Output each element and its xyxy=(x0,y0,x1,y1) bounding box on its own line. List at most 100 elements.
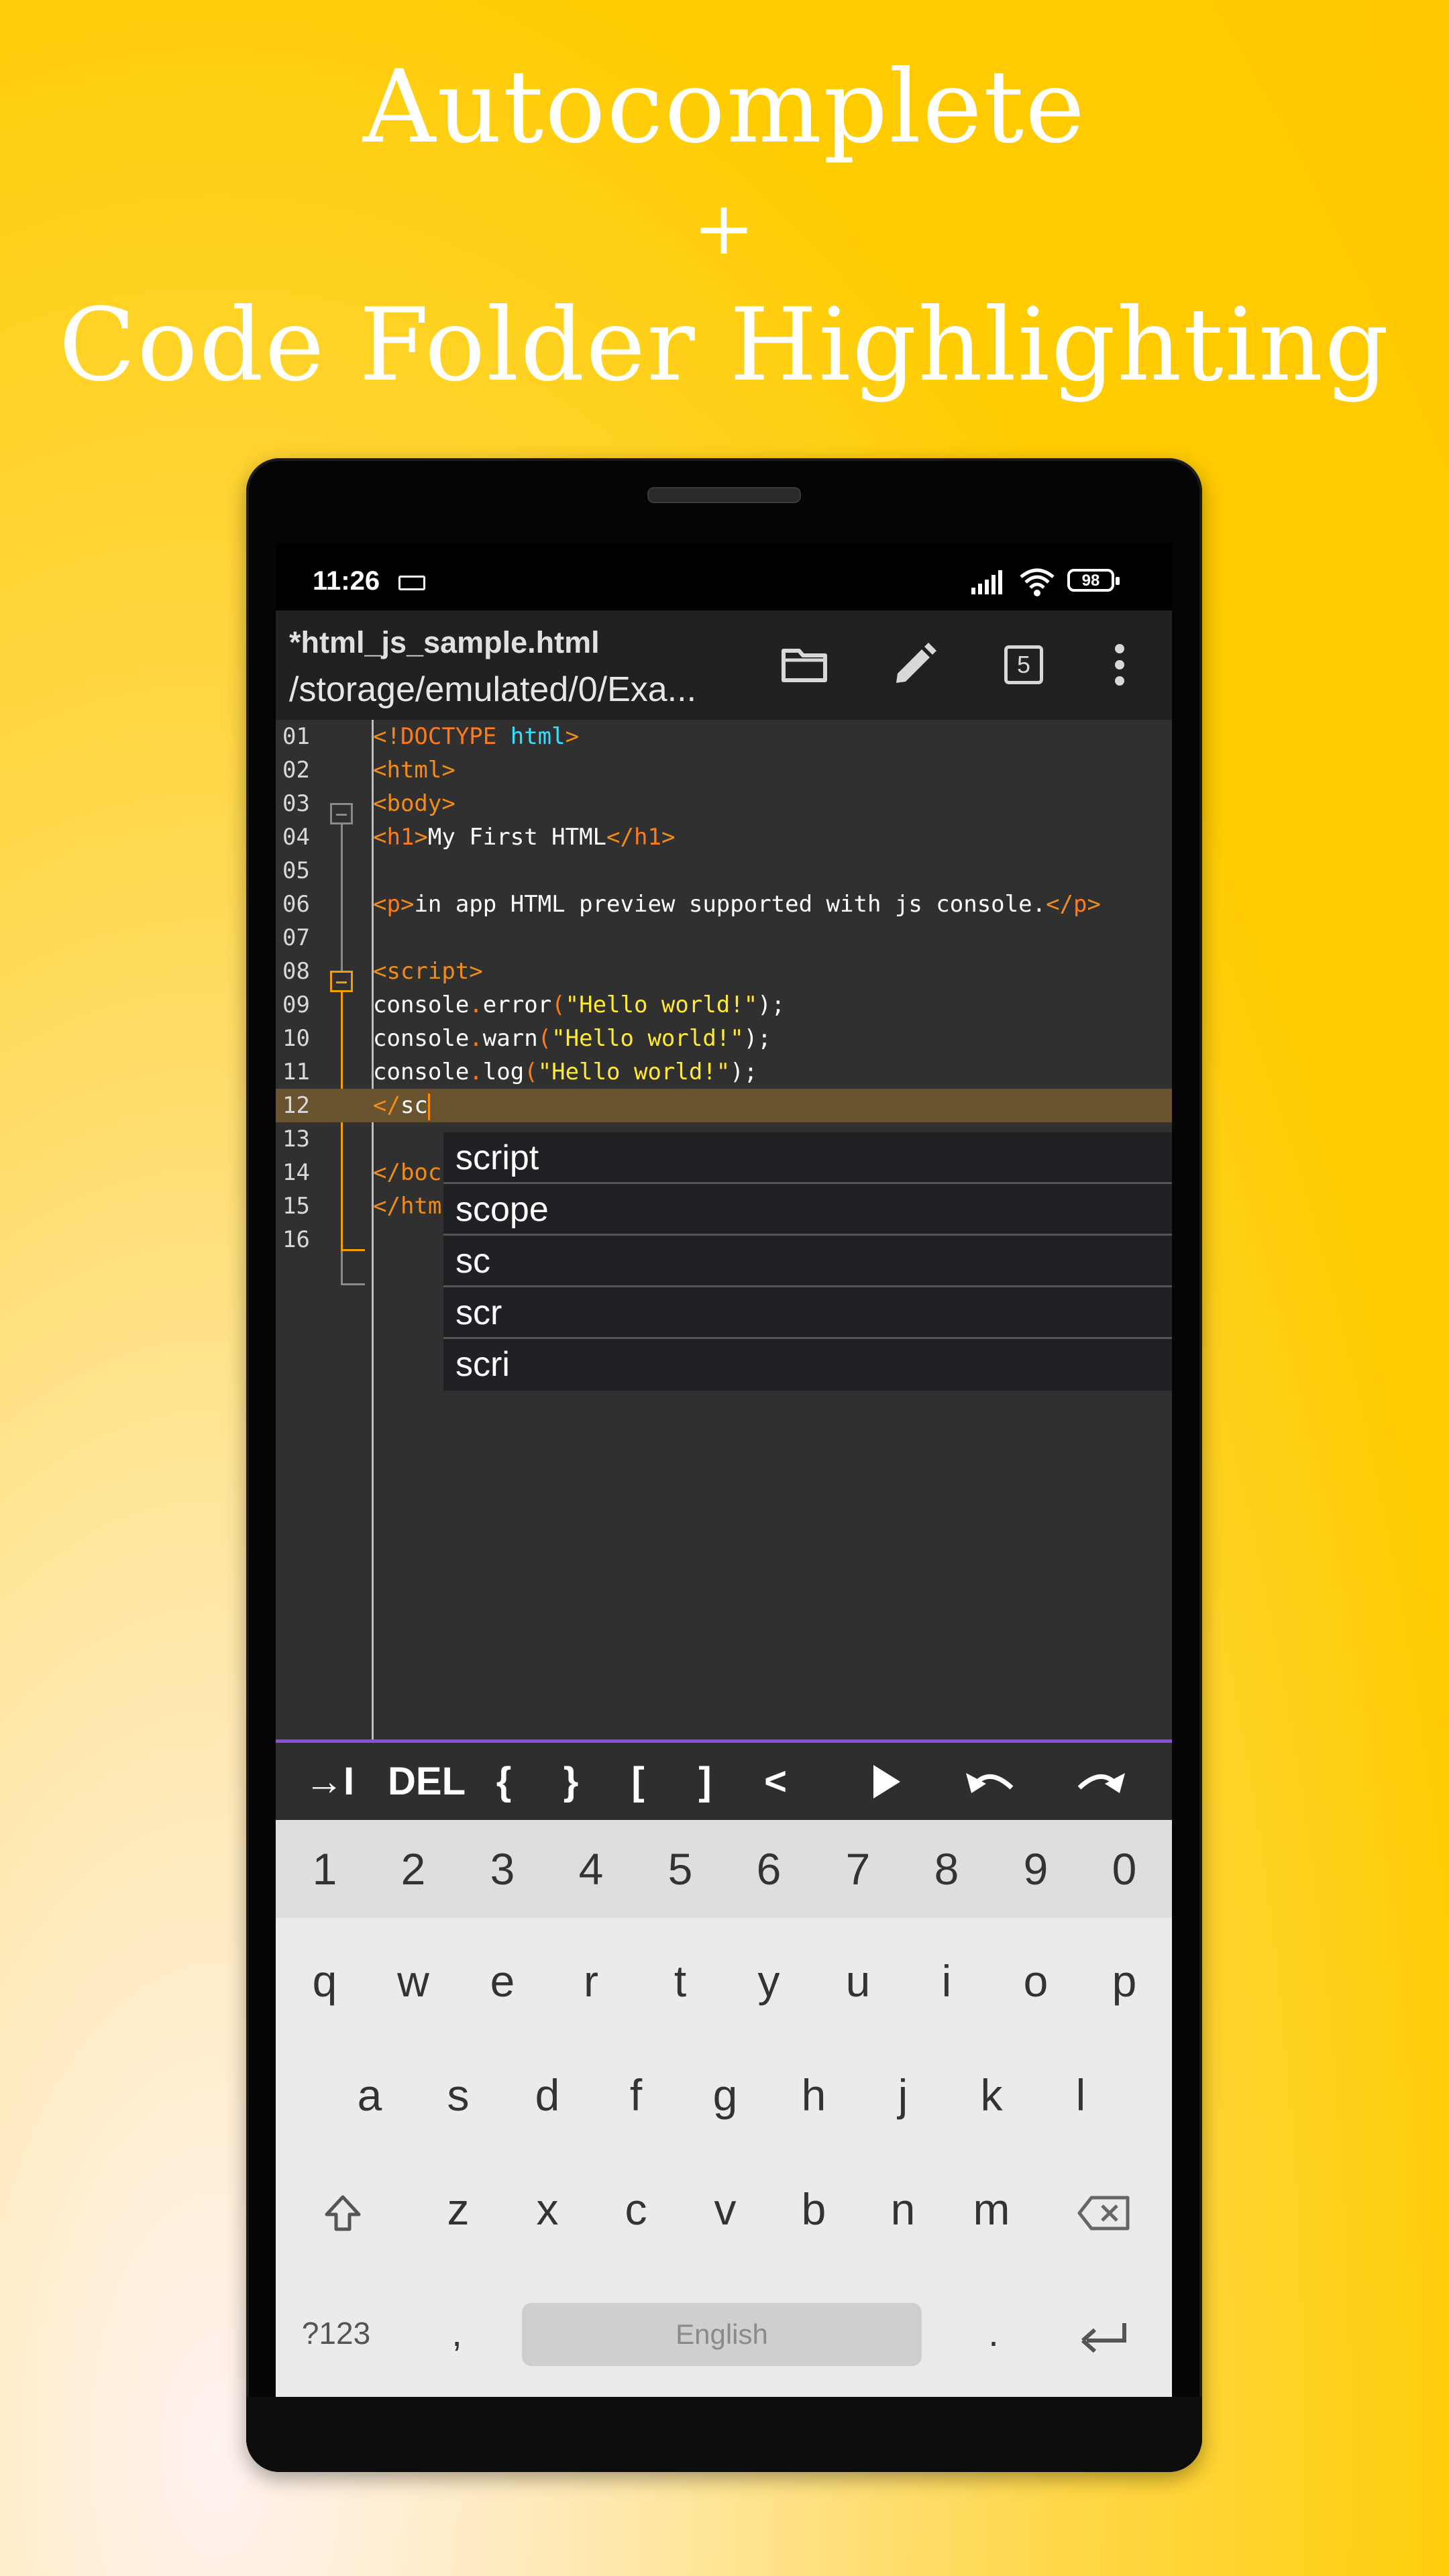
text-cursor xyxy=(427,1093,430,1120)
undo-button[interactable] xyxy=(957,1755,1024,1809)
key[interactable]: i xyxy=(906,1941,987,2021)
key[interactable]: c xyxy=(596,2169,676,2249)
key[interactable]: 3 xyxy=(462,1829,543,1909)
open-folder-button[interactable] xyxy=(777,637,832,692)
code-token: htm xyxy=(400,1193,442,1220)
editor-toolbar: *html_js_sample.html /storage/emulated/0… xyxy=(276,610,1172,720)
code-line: </boc xyxy=(373,1156,441,1189)
close-bracket-key[interactable]: ] xyxy=(682,1755,729,1809)
headline-subtitle: Code Folder Highlighting xyxy=(58,287,1391,404)
key[interactable]: o xyxy=(996,1941,1076,2021)
code-line-current[interactable]: </sc xyxy=(373,1089,430,1122)
autocomplete-item[interactable]: script xyxy=(443,1132,1172,1184)
key[interactable]: 0 xyxy=(1084,1829,1165,1909)
key[interactable]: 8 xyxy=(906,1829,987,1909)
tab-key[interactable]: →I xyxy=(292,1755,366,1809)
period-key[interactable]: . xyxy=(953,2293,1034,2373)
code-token: ( xyxy=(551,991,566,1018)
autocomplete-item[interactable]: scope xyxy=(443,1184,1172,1236)
code-token: p xyxy=(1073,891,1087,918)
comma-key[interactable]: , xyxy=(417,2293,497,2373)
key[interactable]: 9 xyxy=(996,1829,1076,1909)
phone-chin xyxy=(246,2397,1202,2472)
overflow-menu-button[interactable] xyxy=(1092,637,1147,692)
autocomplete-item[interactable]: sc xyxy=(443,1236,1172,1287)
tabs-button[interactable]: 5 xyxy=(996,637,1051,692)
code-line: <script> xyxy=(373,958,483,985)
key[interactable]: 5 xyxy=(640,1829,720,1909)
phone-frame: 11:26 98 *html_js_sample.html /storage/e… xyxy=(246,458,1202,2472)
key[interactable]: p xyxy=(1084,1941,1165,2021)
key[interactable]: n xyxy=(863,2169,943,2249)
key[interactable]: e xyxy=(462,1941,543,2021)
code-token: sc xyxy=(400,1092,428,1119)
key[interactable]: y xyxy=(729,1941,809,2021)
code-token: h1 xyxy=(386,824,415,851)
key[interactable]: d xyxy=(507,2055,588,2135)
less-than-key[interactable]: < xyxy=(752,1755,799,1809)
key[interactable]: f xyxy=(596,2055,676,2135)
code-token: error xyxy=(482,991,552,1018)
key[interactable]: z xyxy=(418,2169,498,2249)
code-token: log xyxy=(482,1059,525,1085)
code-token: > xyxy=(1087,891,1101,918)
key[interactable]: w xyxy=(373,1941,453,2021)
code-token: <! xyxy=(373,723,400,750)
edit-button[interactable] xyxy=(887,637,942,692)
key[interactable]: b xyxy=(773,2169,854,2249)
code-editor[interactable]: 01 02 03 04 05 06 07 08 09 10 11 12 13 1… xyxy=(276,720,1172,1739)
key[interactable]: m xyxy=(951,2169,1032,2249)
open-brace-key[interactable]: { xyxy=(480,1755,527,1809)
code-line: </htm xyxy=(373,1189,441,1223)
backspace-key[interactable] xyxy=(1064,2169,1144,2249)
key[interactable]: j xyxy=(863,2055,943,2135)
fold-toggle-script[interactable] xyxy=(330,971,353,992)
code-token: console xyxy=(373,1059,470,1085)
code-token: < xyxy=(373,824,387,851)
key[interactable]: 7 xyxy=(818,1829,898,1909)
code-token: </ xyxy=(373,1193,400,1220)
key[interactable]: 6 xyxy=(729,1829,809,1909)
key[interactable]: k xyxy=(951,2055,1032,2135)
file-name: *html_js_sample.html xyxy=(289,625,600,659)
autocomplete-item[interactable]: scr xyxy=(443,1287,1172,1339)
shift-icon xyxy=(325,2195,361,2231)
code-token: > xyxy=(414,824,428,851)
code-token: "Hello world!" xyxy=(551,1025,744,1052)
enter-key[interactable] xyxy=(1064,2293,1144,2373)
wifi-icon xyxy=(1020,568,1055,596)
open-bracket-key[interactable]: [ xyxy=(614,1755,661,1809)
run-button[interactable] xyxy=(856,1755,916,1809)
key[interactable]: s xyxy=(418,2055,498,2135)
key[interactable]: v xyxy=(685,2169,765,2249)
line-number: 04 xyxy=(282,824,310,851)
phone-speaker xyxy=(647,487,801,503)
key[interactable]: h xyxy=(773,2055,854,2135)
redo-button[interactable] xyxy=(1067,1755,1134,1809)
symbols-key[interactable]: ?123 xyxy=(289,2293,383,2373)
key[interactable]: g xyxy=(685,2055,765,2135)
key[interactable]: x xyxy=(507,2169,588,2249)
close-brace-key[interactable]: } xyxy=(547,1755,594,1809)
enter-icon xyxy=(1081,2322,1126,2353)
key[interactable]: 2 xyxy=(373,1829,453,1909)
key[interactable]: q xyxy=(284,1941,365,2021)
shift-key[interactable] xyxy=(303,2169,383,2249)
line-number: 14 xyxy=(282,1159,310,1186)
key[interactable]: r xyxy=(551,1941,631,2021)
key[interactable]: t xyxy=(640,1941,720,2021)
code-line: console.warn("Hello world!"); xyxy=(373,1025,771,1052)
key[interactable]: a xyxy=(329,2055,410,2135)
key[interactable]: l xyxy=(1040,2055,1121,2135)
key[interactable]: u xyxy=(818,1941,898,2021)
line-number: 16 xyxy=(282,1226,310,1253)
code-line: <h1>My First HTML</h1> xyxy=(373,820,675,854)
code-token: My First HTML xyxy=(427,824,607,851)
code-token: console xyxy=(373,1025,470,1052)
autocomplete-item[interactable]: scri xyxy=(443,1339,1172,1391)
key[interactable]: 4 xyxy=(551,1829,631,1909)
key[interactable]: 1 xyxy=(284,1829,365,1909)
fold-toggle-body[interactable] xyxy=(330,803,353,824)
del-key[interactable]: DEL xyxy=(383,1755,470,1809)
space-bar[interactable]: English xyxy=(522,2303,922,2366)
